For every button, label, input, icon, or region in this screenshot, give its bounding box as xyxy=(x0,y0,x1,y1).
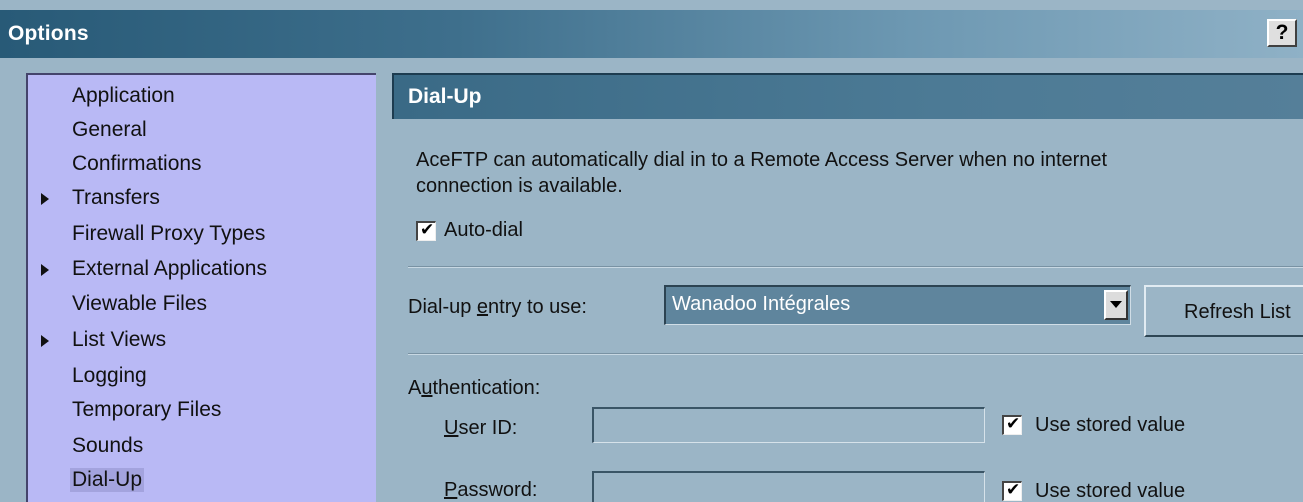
password-label-post: assword: xyxy=(457,479,538,501)
panel-header: Dial-Up xyxy=(392,73,1303,119)
expand-arrow-icon[interactable] xyxy=(41,264,49,276)
refresh-list-button[interactable]: Refresh List xyxy=(1144,285,1303,337)
nav-item-label: Firewall Proxy Types xyxy=(72,222,266,245)
nav-item-label: Application xyxy=(72,84,175,107)
options-nav-tree: Application General Confirmations Transf… xyxy=(26,73,376,502)
separator-2 xyxy=(408,353,1303,355)
password-label: Password: xyxy=(444,479,537,502)
nav-item-label: Logging xyxy=(72,364,147,387)
nav-item-transfers[interactable]: Transfers xyxy=(28,183,368,218)
user-id-label-mnemonic: U xyxy=(444,417,459,439)
nav-item-label: Viewable Files xyxy=(72,292,208,315)
authentication-label-mnemonic: u xyxy=(421,377,433,399)
options-window: Options ? Application General Confirmati… xyxy=(0,0,1303,502)
window-title: Options xyxy=(8,22,89,45)
nav-item-general[interactable]: General xyxy=(28,115,368,150)
nav-item-firewall-proxy-types[interactable]: Firewall Proxy Types xyxy=(28,219,368,254)
dropdown-button[interactable] xyxy=(1104,290,1128,320)
nav-item-label: External Applications xyxy=(72,257,267,280)
nav-item-logging[interactable]: Logging xyxy=(28,361,368,396)
authentication-label-pre: A xyxy=(408,377,422,399)
refresh-list-label: Refresh List xyxy=(1184,301,1291,323)
description-line-1: AceFTP can automatically dial in to a Re… xyxy=(416,149,1108,171)
dialup-entry-selected-value: Wanadoo Intégrales xyxy=(672,293,851,315)
title-bar: Options ? xyxy=(0,10,1303,58)
description-line-2: connection is available. xyxy=(416,175,623,197)
nav-item-label: Temporary Files xyxy=(72,398,222,421)
user-id-label-post: ser ID: xyxy=(458,417,518,439)
user-id-use-stored-checkbox[interactable]: ✔ xyxy=(1002,414,1022,435)
nav-item-label: Confirmations xyxy=(72,152,202,175)
password-input[interactable] xyxy=(592,471,985,502)
separator-1 xyxy=(408,266,1303,268)
checkmark-icon: ✔ xyxy=(420,220,435,239)
nav-item-dial-up[interactable]: Dial-Up xyxy=(28,465,368,500)
nav-item-label: Sounds xyxy=(72,434,144,457)
chevron-down-icon xyxy=(1110,301,1122,308)
nav-item-application[interactable]: Application xyxy=(28,81,368,116)
expand-arrow-icon[interactable] xyxy=(41,193,49,205)
nav-item-label: Transfers xyxy=(72,186,160,209)
auto-dial-label[interactable]: Auto-dial xyxy=(444,219,523,242)
dialup-settings-panel: Dial-Up AceFTP can automatically dial in… xyxy=(392,73,1303,502)
password-label-mnemonic: P xyxy=(444,479,458,501)
dialup-entry-label-pre: Dial-up xyxy=(408,296,477,318)
dialup-entry-label-mnemonic: e xyxy=(476,296,489,318)
panel-description: AceFTP can automatically dial in to a Re… xyxy=(416,147,1276,199)
nav-item-confirmations[interactable]: Confirmations xyxy=(28,149,368,184)
help-button[interactable]: ? xyxy=(1267,19,1297,47)
password-use-stored-checkbox[interactable]: ✔ xyxy=(1002,480,1022,501)
user-id-label: User ID: xyxy=(444,417,517,440)
nav-item-label: List Views xyxy=(72,328,167,351)
dialup-entry-label: Dial-up entry to use: xyxy=(408,296,587,319)
nav-item-external-applications[interactable]: External Applications xyxy=(28,254,368,289)
nav-item-list-views[interactable]: List Views xyxy=(28,325,368,360)
auto-dial-checkbox[interactable]: ✔ xyxy=(416,220,436,241)
dialup-entry-label-post: ntry to use: xyxy=(488,296,587,318)
expand-arrow-icon[interactable] xyxy=(41,335,49,347)
user-id-use-stored-label[interactable]: Use stored value xyxy=(1035,414,1185,437)
nav-item-viewable-files[interactable]: Viewable Files xyxy=(28,289,368,324)
authentication-label: Authentication: xyxy=(408,377,540,400)
user-id-input[interactable] xyxy=(592,407,985,443)
nav-item-label: General xyxy=(72,118,147,141)
checkmark-icon: ✔ xyxy=(1006,480,1021,499)
dialup-entry-select[interactable]: Wanadoo Intégrales xyxy=(664,285,1131,325)
panel-title: Dial-Up xyxy=(408,85,482,108)
password-use-stored-label[interactable]: Use stored value xyxy=(1035,480,1185,502)
authentication-label-post: thentication: xyxy=(432,377,541,399)
nav-item-temporary-files[interactable]: Temporary Files xyxy=(28,395,368,430)
nav-item-label: Dial-Up xyxy=(70,468,145,492)
checkmark-icon: ✔ xyxy=(1006,414,1021,433)
nav-item-sounds[interactable]: Sounds xyxy=(28,431,368,466)
